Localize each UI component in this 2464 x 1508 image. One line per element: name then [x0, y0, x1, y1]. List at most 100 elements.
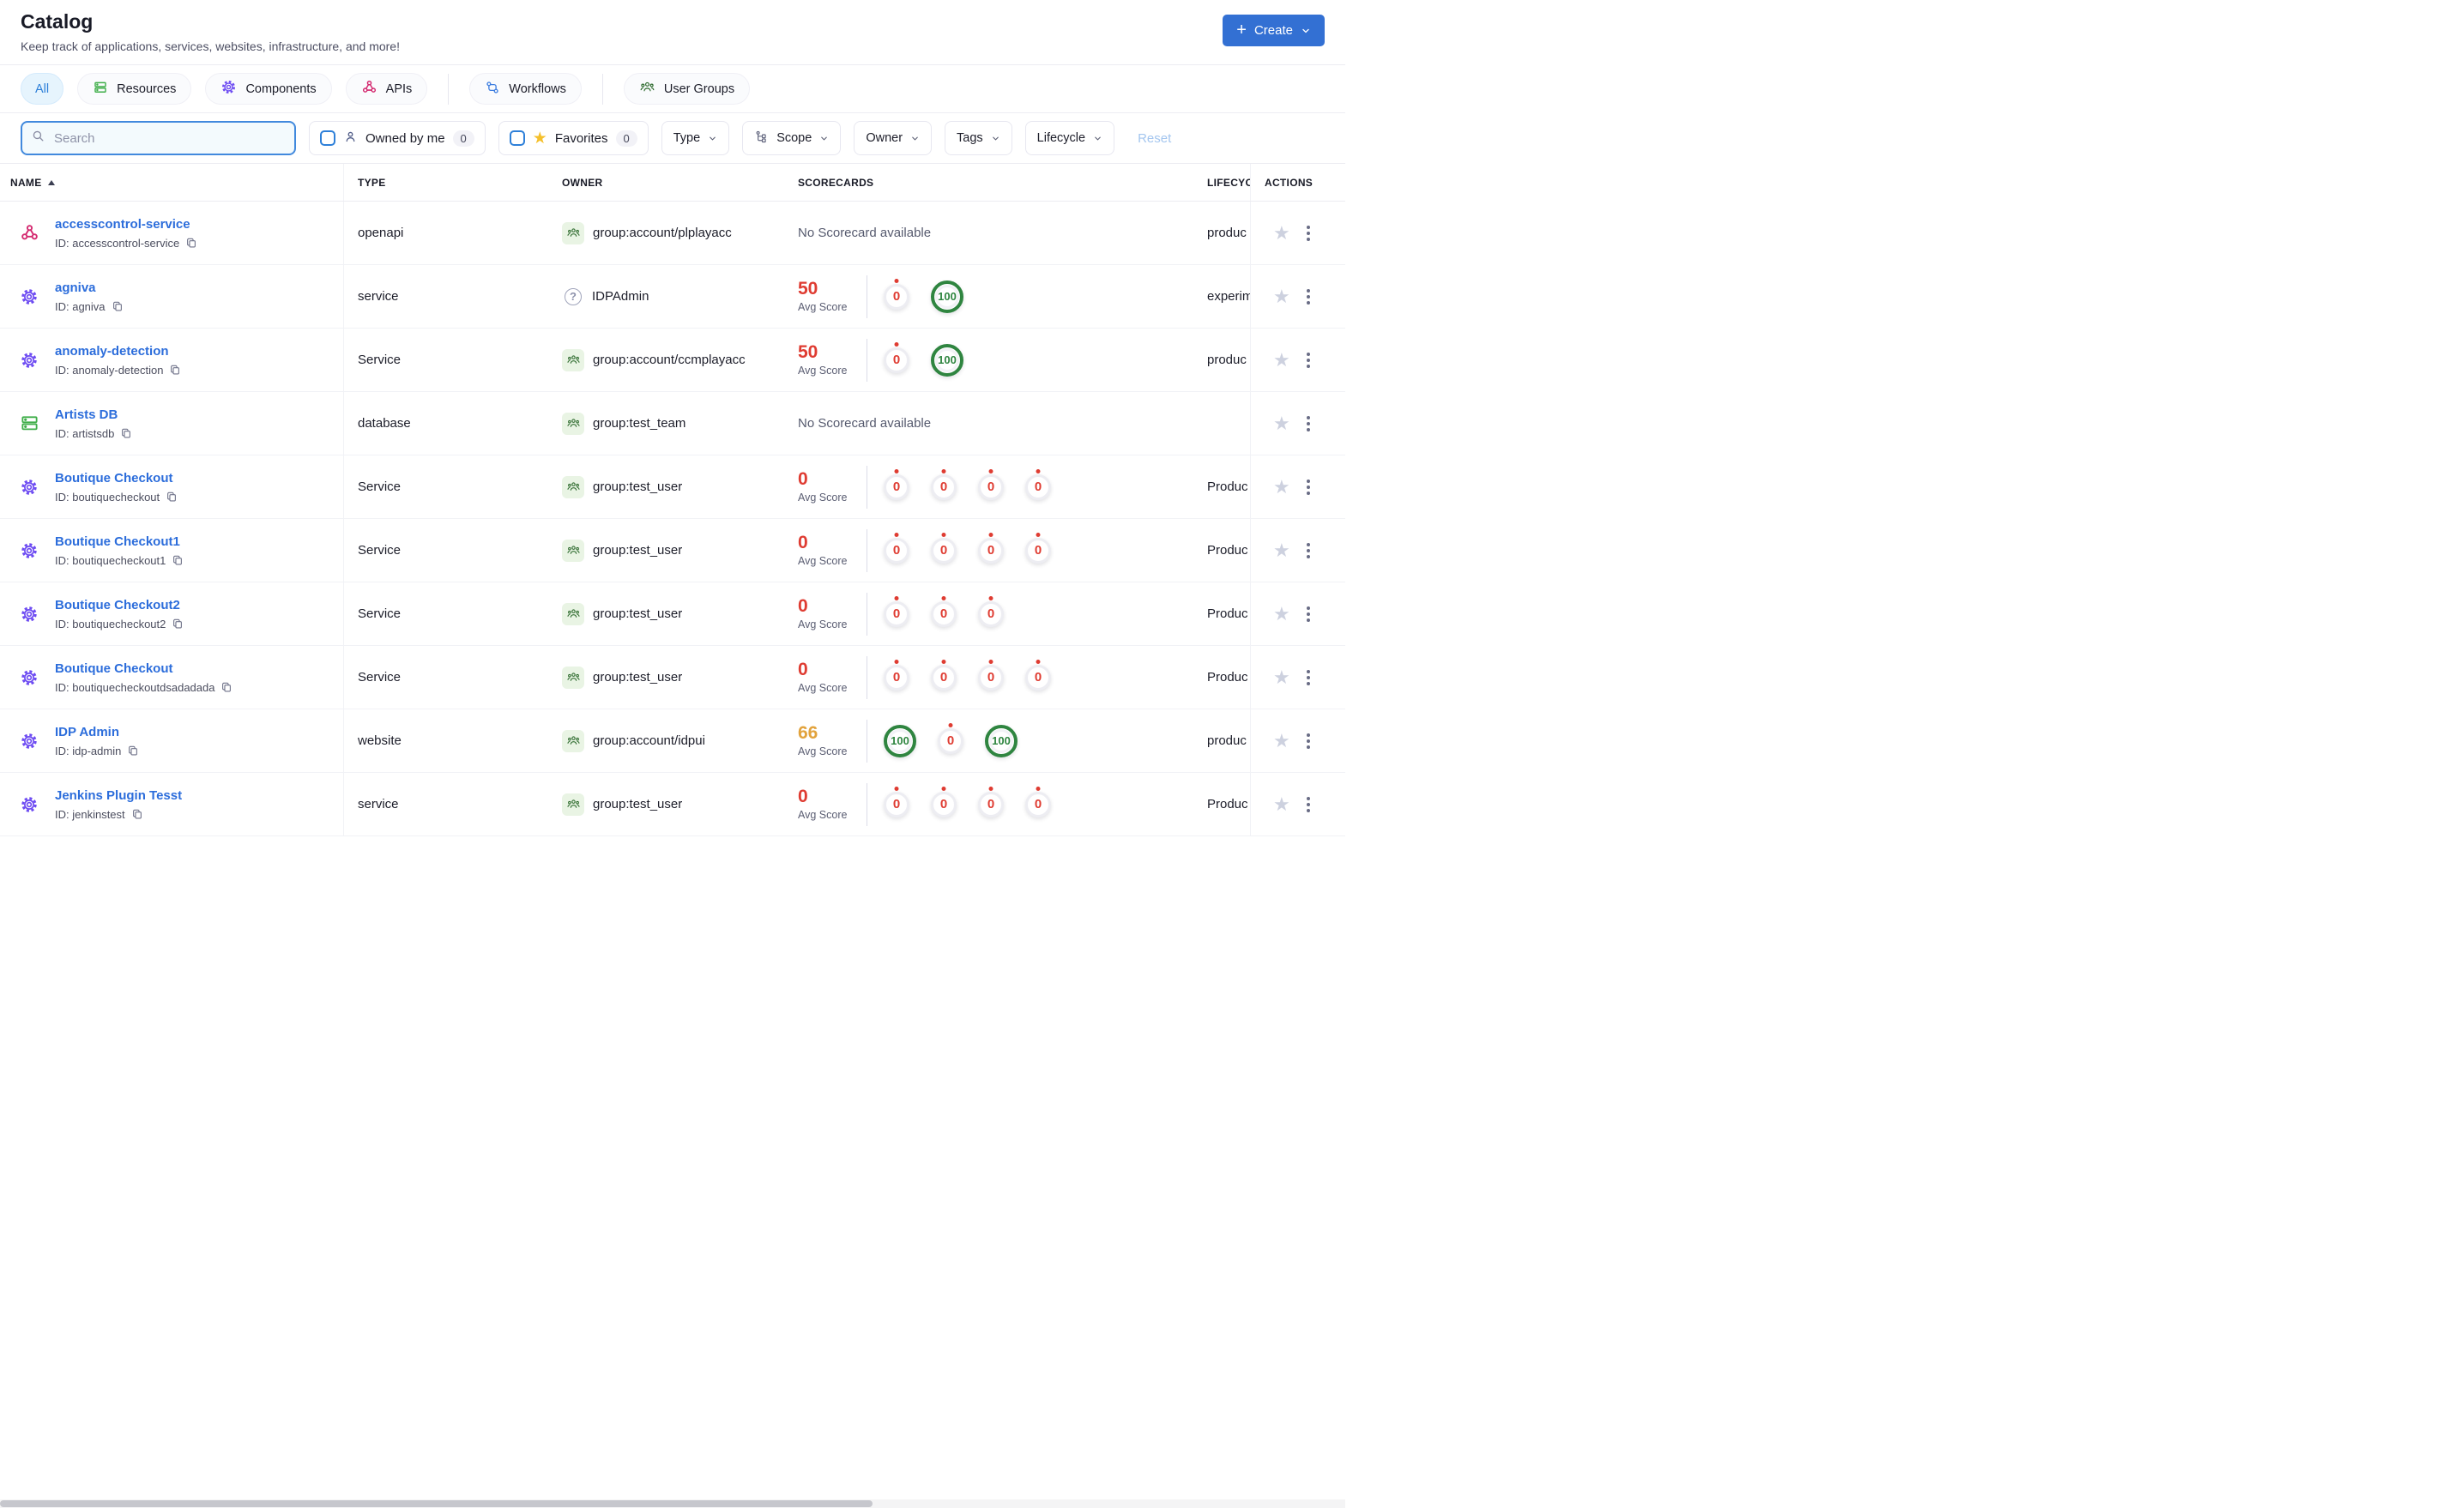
entity-type: service	[358, 289, 399, 304]
api-icon	[19, 223, 39, 243]
copy-icon[interactable]	[131, 808, 143, 820]
scorecard-gauge: 0	[1025, 474, 1051, 500]
tab-components[interactable]: Components	[205, 73, 332, 105]
favorite-star-icon[interactable]: ★	[1273, 667, 1290, 687]
tab-workflows[interactable]: Workflows	[469, 73, 582, 105]
chevron-down-icon	[1093, 134, 1102, 143]
favorite-star-icon[interactable]: ★	[1273, 731, 1290, 751]
create-button[interactable]: + Create	[1223, 15, 1325, 46]
favorite-star-icon[interactable]: ★	[1273, 287, 1290, 306]
horizontal-scrollbar-thumb[interactable]	[0, 1500, 873, 1507]
favorite-star-icon[interactable]: ★	[1273, 350, 1290, 370]
create-button-label: Create	[1253, 23, 1293, 38]
owner-group-icon	[562, 475, 584, 498]
tab-all[interactable]: All	[21, 73, 64, 105]
favorites-filter[interactable]: ★ Favorites 0	[498, 121, 649, 155]
row-menu-icon[interactable]	[1303, 540, 1314, 562]
avg-score-value: 0	[798, 596, 808, 616]
avg-score-label: Avg Score	[798, 745, 848, 757]
entity-name-link[interactable]: anomaly-detection	[55, 344, 181, 359]
chevron-down-icon	[1301, 26, 1311, 36]
entity-type: website	[358, 733, 402, 748]
entity-name-link[interactable]: agniva	[55, 280, 124, 295]
owner-group-icon	[562, 793, 584, 816]
owner-label: group:test_team	[593, 416, 686, 431]
copy-icon[interactable]	[220, 681, 233, 693]
favorite-star-icon[interactable]: ★	[1273, 477, 1290, 497]
scorecard-gauge: 0	[884, 600, 909, 627]
search-input[interactable]	[52, 130, 286, 147]
lifecycle-value: Produc	[1207, 670, 1248, 685]
scorecard-gauge: 100	[931, 343, 963, 377]
user-groups-icon	[639, 79, 655, 99]
tab-resources[interactable]: Resources	[77, 73, 192, 105]
entity-name-link[interactable]: Artists DB	[55, 407, 132, 422]
favorite-star-icon[interactable]: ★	[1273, 540, 1290, 560]
copy-icon[interactable]	[112, 300, 124, 312]
owner-group-icon	[562, 602, 584, 625]
type-dropdown[interactable]: Type	[661, 121, 730, 155]
row-menu-icon[interactable]	[1303, 349, 1314, 371]
row-menu-icon[interactable]	[1303, 286, 1314, 308]
favorite-star-icon[interactable]: ★	[1273, 223, 1290, 243]
scorecard-gauge: 0	[1025, 537, 1051, 564]
row-menu-icon[interactable]	[1303, 413, 1314, 435]
scope-dropdown[interactable]: Scope	[742, 121, 842, 155]
favorite-star-icon[interactable]: ★	[1273, 604, 1290, 624]
entity-name-link[interactable]: Boutique Checkout2	[55, 598, 184, 612]
reset-filters-link[interactable]: Reset	[1138, 131, 1171, 146]
entity-name-link[interactable]: Boutique Checkout	[55, 471, 178, 486]
row-menu-icon[interactable]	[1303, 667, 1314, 689]
chevron-down-icon	[991, 134, 1000, 143]
entity-name-link[interactable]: Boutique Checkout	[55, 661, 233, 676]
column-header-owner: OWNER	[562, 176, 603, 189]
row-menu-icon[interactable]	[1303, 603, 1314, 625]
owner-group-icon	[562, 412, 584, 435]
tab-apis[interactable]: APIs	[345, 73, 428, 105]
owned-by-me-checkbox[interactable]	[320, 130, 335, 146]
service-gear-icon	[19, 287, 39, 306]
row-menu-icon[interactable]	[1303, 222, 1314, 244]
row-menu-icon[interactable]	[1303, 476, 1314, 498]
entity-type: Service	[358, 543, 402, 558]
copy-icon[interactable]	[127, 745, 139, 757]
entity-id: ID: anomaly-detection	[55, 363, 164, 377]
owner-dropdown[interactable]: Owner	[854, 121, 933, 155]
lifecycle-dropdown[interactable]: Lifecycle	[1024, 121, 1115, 155]
chevron-down-icon	[819, 134, 829, 143]
entity-name-link[interactable]: accesscontrol-service	[55, 217, 197, 232]
copy-icon[interactable]	[172, 618, 184, 630]
scorecard-gauge: 100	[931, 280, 963, 313]
entity-name-link[interactable]: IDP Admin	[55, 725, 139, 739]
favorite-star-icon[interactable]: ★	[1273, 413, 1290, 433]
lifecycle-value: experim	[1207, 289, 1250, 304]
search-box[interactable]	[21, 121, 296, 155]
lifecycle-value: Produc	[1207, 797, 1248, 811]
entity-name-link[interactable]: Boutique Checkout1	[55, 534, 184, 549]
avg-score-value: 66	[798, 723, 818, 743]
row-menu-icon[interactable]	[1303, 730, 1314, 752]
table-row: Jenkins Plugin Tesst ID: jenkinstest ser…	[0, 773, 1345, 836]
tab-user-groups[interactable]: User Groups	[623, 73, 751, 105]
avg-score-label: Avg Score	[798, 618, 848, 630]
favorites-count: 0	[615, 130, 637, 147]
owner-label: group:account/ccmplayacc	[593, 353, 746, 367]
copy-icon[interactable]	[172, 554, 184, 566]
tags-dropdown[interactable]: Tags	[945, 121, 1012, 155]
entity-name-link[interactable]: Jenkins Plugin Tesst	[55, 788, 182, 803]
row-menu-icon[interactable]	[1303, 793, 1314, 816]
favorites-checkbox[interactable]	[509, 130, 525, 146]
copy-icon[interactable]	[120, 427, 132, 439]
owned-by-me-filter[interactable]: Owned by me 0	[309, 121, 486, 155]
page-title: Catalog	[21, 10, 94, 33]
copy-icon[interactable]	[169, 364, 181, 376]
scorecard-gauge: 0	[884, 283, 909, 310]
no-scorecard-text: No Scorecard available	[798, 416, 932, 431]
favorite-star-icon[interactable]: ★	[1273, 794, 1290, 814]
column-header-name[interactable]: NAME	[0, 164, 344, 201]
tabs-divider	[448, 73, 450, 105]
horizontal-scrollbar	[0, 1499, 1345, 1508]
copy-icon[interactable]	[166, 491, 178, 503]
copy-icon[interactable]	[185, 237, 197, 249]
person-icon	[343, 130, 358, 148]
